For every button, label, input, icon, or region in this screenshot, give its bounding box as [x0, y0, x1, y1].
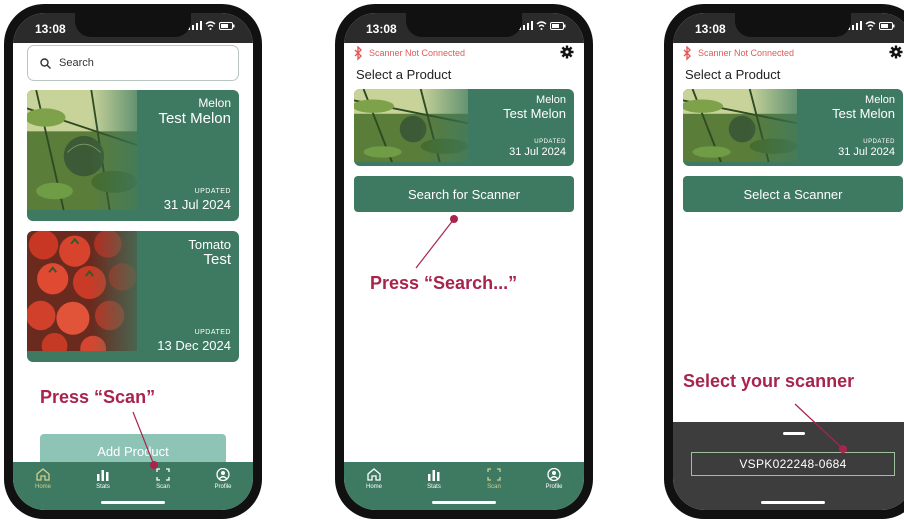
card-name: Test Melon [158, 110, 231, 127]
connection-status: Scanner Not Connected [683, 45, 903, 61]
home-indicator [101, 501, 165, 504]
card-crop: Melon [198, 96, 231, 110]
card-updated-date: 13 Dec 2024 [157, 338, 231, 353]
annotation-press-scan: Press “Scan” [40, 387, 156, 407]
stats-icon [97, 470, 109, 481]
bluetooth-icon [354, 45, 362, 61]
card-name: Test Melon [832, 106, 895, 121]
tab-bar: Home Stats Scan Profile [13, 462, 253, 510]
phone-home-screen: 13:08 Search Melon Test Melon UPDATED 31… [4, 4, 262, 519]
card-crop: Melon [536, 94, 566, 106]
screen: 13:08 Scanner Not Connected Select a Pro… [673, 13, 904, 510]
section-title: Select a Product [356, 67, 452, 82]
tab-label: Scan [156, 484, 170, 490]
tab-profile[interactable]: Profile [198, 468, 248, 510]
home-indicator [761, 501, 825, 504]
search-input[interactable]: Search [27, 45, 239, 81]
wifi-icon [536, 21, 547, 30]
card-updated-date: 31 Jul 2024 [838, 146, 895, 158]
annotation-press-search: Press “Search...” [370, 273, 518, 293]
status-time: 13:08 [695, 22, 726, 36]
product-card-tomato[interactable]: Tomato Test UPDATED 13 Dec 2024 [27, 231, 239, 362]
notch [75, 13, 191, 37]
screen: 13:08 Scanner Not Connected Select a Pro… [344, 13, 584, 510]
card-updated-label: UPDATED [194, 188, 231, 195]
tab-label: Profile [214, 484, 232, 490]
gear-icon[interactable] [560, 45, 574, 59]
card-name: Test [203, 251, 231, 268]
product-card-melon[interactable]: Melon Test Melon UPDATED 31 Jul 2024 [683, 89, 903, 166]
home-icon [367, 468, 381, 481]
phone-select-scanner-screen: 13:08 Scanner Not Connected Select a Pro… [664, 4, 904, 519]
tab-home[interactable]: Home [349, 468, 399, 510]
tab-label: Profile [545, 484, 563, 490]
section-title: Select a Product [685, 67, 781, 82]
home-indicator [432, 501, 496, 504]
battery-icon [879, 21, 895, 30]
search-for-scanner-button[interactable]: Search for Scanner [354, 176, 574, 212]
tab-label: Stats [96, 484, 110, 490]
wifi-icon [865, 21, 876, 30]
profile-icon [216, 468, 230, 481]
connection-text: Scanner Not Connected [369, 48, 466, 58]
screen: 13:08 Search Melon Test Melon UPDATED 31… [13, 13, 253, 510]
status-time: 13:08 [366, 22, 397, 36]
scanner-list-item[interactable]: VSPK022248-0684 [691, 452, 895, 476]
tab-label: Scan [487, 484, 501, 490]
tab-label: Home [365, 484, 382, 490]
scanner-list-sheet: VSPK022248-0684 [673, 422, 904, 510]
card-updated-date: 31 Jul 2024 [163, 197, 231, 212]
battery-icon [219, 21, 235, 30]
profile-icon [547, 468, 561, 481]
scan-icon [156, 468, 170, 481]
connection-text: Scanner Not Connected [698, 48, 795, 58]
annotation-select-scanner: Select your scanner [683, 371, 855, 391]
card-updated-label: UPDATED [194, 329, 231, 336]
product-card-melon[interactable]: Melon Test Melon UPDATED 31 Jul 2024 [354, 89, 574, 166]
tab-bar: Home Stats Scan Profile [344, 462, 584, 510]
card-name: Test Melon [503, 106, 566, 121]
gear-icon[interactable] [889, 45, 903, 59]
tab-label: Stats [427, 484, 441, 490]
connection-status: Scanner Not Connected [354, 45, 574, 61]
card-crop: Melon [865, 94, 895, 106]
notch [406, 13, 522, 37]
card-updated-label: UPDATED [863, 139, 895, 145]
card-updated-date: 31 Jul 2024 [509, 146, 566, 158]
select-a-scanner-button[interactable]: Select a Scanner [683, 176, 903, 212]
home-icon [36, 468, 50, 481]
product-card-melon[interactable]: Melon Test Melon UPDATED 31 Jul 2024 [27, 90, 239, 221]
tab-profile[interactable]: Profile [529, 468, 579, 510]
battery-icon [550, 21, 566, 30]
card-crop: Tomato [188, 237, 231, 252]
notch [735, 13, 851, 37]
tab-home[interactable]: Home [18, 468, 68, 510]
stats-icon [428, 470, 440, 481]
tab-label: Home [34, 484, 51, 490]
bluetooth-icon [683, 45, 691, 61]
scan-icon [487, 468, 501, 481]
card-updated-label: UPDATED [534, 139, 566, 145]
sheet-handle[interactable] [783, 432, 805, 435]
wifi-icon [205, 21, 216, 30]
search-icon [40, 57, 51, 69]
search-placeholder: Search [59, 57, 94, 69]
status-time: 13:08 [35, 22, 66, 36]
phone-select-product-screen: 13:08 Scanner Not Connected Select a Pro… [335, 4, 593, 519]
